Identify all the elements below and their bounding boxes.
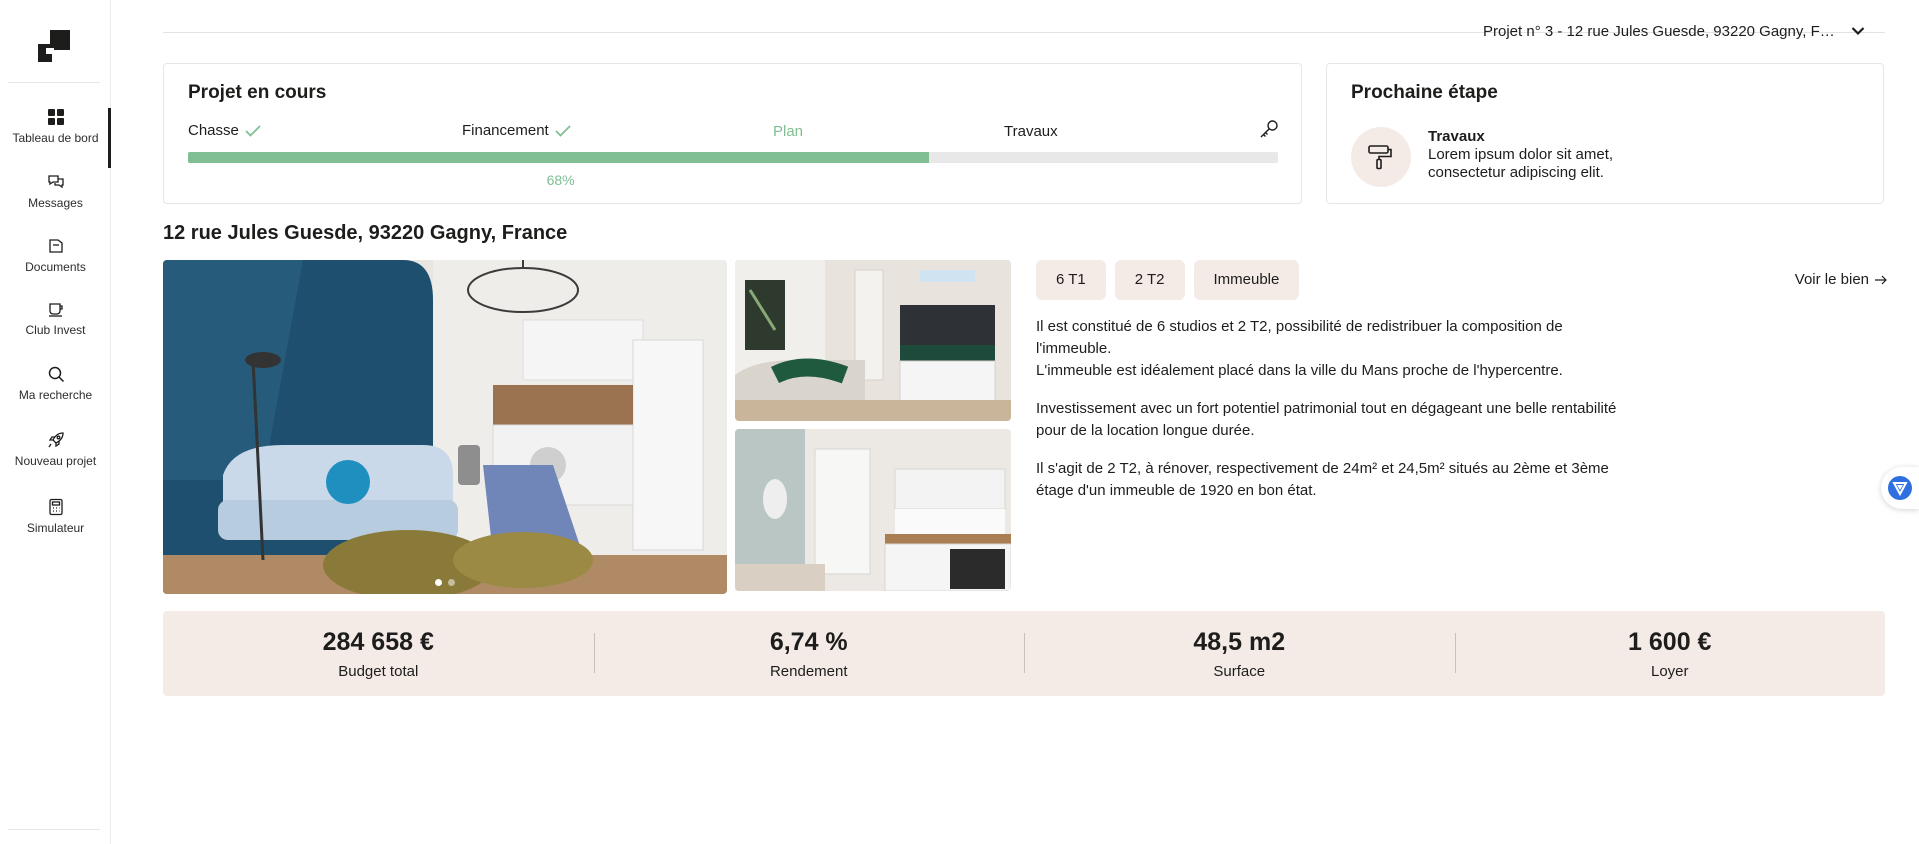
next-step-card: Prochaine étape Travaux Lorem ipsum dolo… — [1326, 63, 1884, 204]
description-paragraph: Investissement avec un fort potentiel pa… — [1036, 400, 1617, 439]
paint-roller-icon — [1368, 145, 1392, 170]
sidebar: Tableau de bord Messages Documents Club … — [0, 0, 111, 844]
logo[interactable] — [38, 30, 70, 62]
next-step-icon-badge — [1351, 127, 1411, 187]
sidebar-item-label: Simulateur — [26, 521, 85, 535]
assistant-button[interactable] — [1881, 467, 1919, 509]
step-label: Travaux — [1004, 123, 1058, 140]
check-icon — [555, 124, 571, 137]
sidebar-divider — [8, 82, 100, 83]
progress-percent: 68% — [546, 172, 575, 188]
sidebar-item-nouveau-projet[interactable]: Nouveau projet — [0, 431, 111, 489]
sidebar-item-tableau-de-bord[interactable]: Tableau de bord — [0, 108, 111, 168]
step-travaux: Travaux — [1004, 123, 1058, 140]
shield-v-icon — [1888, 476, 1912, 500]
stat-value: 48,5 m2 — [1193, 628, 1286, 656]
progress-card-title: Projet en cours — [188, 82, 327, 103]
property-photo-thumb[interactable] — [735, 260, 1011, 421]
carousel-dots — [163, 579, 727, 586]
sidebar-item-simulateur[interactable]: Simulateur — [0, 498, 111, 556]
description-paragraph: Il s'agit de 2 T2, à rénover, respective… — [1036, 460, 1609, 499]
tag-chip[interactable]: Immeuble — [1193, 260, 1300, 300]
sidebar-item-label: Documents — [25, 260, 86, 274]
living-room-photo — [163, 260, 727, 594]
chat-icon — [47, 175, 64, 189]
stat-label: Loyer — [1650, 663, 1689, 680]
property-photo-carousel[interactable] — [163, 260, 727, 594]
project-select[interactable]: Projet n° 3 - 12 rue Jules Guesde, 93220… — [1483, 20, 1865, 42]
carousel-dot[interactable] — [435, 579, 442, 586]
sidebar-item-label: Tableau de bord — [12, 131, 99, 145]
step-financement: Financement — [462, 122, 571, 139]
property-address: 12 rue Jules Guesde, 93220 Gagny, France — [163, 222, 568, 244]
stat-budget: 284 658 € Budget total — [163, 611, 594, 696]
view-property-link[interactable]: Voir le bien — [1795, 271, 1887, 288]
property-description: Il est constitué de 6 studios et 2 T2, p… — [1036, 316, 1626, 518]
stat-label: Rendement — [769, 663, 848, 680]
kitchen-living-photo — [735, 260, 1011, 421]
description-paragraph: Il est constitué de 6 studios et 2 T2, p… — [1036, 318, 1563, 379]
next-step-description: Lorem ipsum dolor sit amet, consectetur … — [1428, 146, 1614, 181]
sidebar-item-label: Club Invest — [25, 323, 86, 337]
next-step-name: Travaux — [1428, 128, 1485, 145]
carousel-dot[interactable] — [448, 579, 455, 586]
stat-label: Surface — [1213, 663, 1266, 680]
dashboard-icon — [47, 109, 64, 125]
coffee-icon — [48, 303, 63, 317]
stat-label: Budget total — [338, 663, 419, 680]
stat-value: 1 600 € — [1628, 628, 1712, 656]
step-label: Chasse — [188, 122, 239, 139]
stat-rendement: 6,74 % Rendement — [593, 611, 1025, 696]
check-icon — [245, 124, 261, 137]
sidebar-item-label: Ma recherche — [18, 388, 93, 402]
chevron-down-icon — [1851, 27, 1865, 36]
app: Tableau de bord Messages Documents Club … — [0, 0, 1919, 844]
project-select-label: Projet n° 3 - 12 rue Jules Guesde, 93220… — [1483, 22, 1839, 40]
sidebar-item-label: Nouveau projet — [14, 454, 97, 468]
stat-surface: 48,5 m2 Surface — [1024, 611, 1455, 696]
sidebar-item-club-invest[interactable]: Club Invest — [0, 300, 111, 358]
property-photo-thumb[interactable] — [735, 429, 1011, 591]
step-label: Financement — [462, 122, 549, 139]
sidebar-item-label: Messages — [28, 196, 83, 210]
stat-value: 284 658 € — [322, 628, 434, 656]
arrow-right-icon — [1875, 275, 1887, 284]
property-tags: 6 T1 2 T2 Immeuble — [1036, 260, 1300, 300]
kitchen-photo — [735, 429, 1011, 591]
key-icon — [1260, 120, 1278, 138]
sidebar-item-ma-recherche[interactable]: Ma recherche — [0, 365, 111, 423]
stat-value: 6,74 % — [769, 628, 848, 656]
search-icon — [48, 366, 64, 383]
sidebar-item-messages[interactable]: Messages — [0, 173, 111, 231]
tag-chip[interactable]: 2 T2 — [1114, 260, 1185, 300]
rocket-icon — [47, 432, 64, 448]
folder-icon — [48, 239, 63, 253]
step-chasse: Chasse — [188, 122, 261, 139]
stat-loyer: 1 600 € Loyer — [1454, 611, 1886, 696]
calculator-icon — [48, 498, 63, 516]
step-label: Plan — [773, 123, 804, 140]
tag-chip[interactable]: 6 T1 — [1036, 260, 1106, 300]
sidebar-divider — [8, 829, 100, 830]
key-figures: 284 658 € Budget total 6,74 % Rendement … — [163, 611, 1885, 696]
sidebar-item-documents[interactable]: Documents — [0, 237, 111, 295]
project-progress-card: Projet en cours Chasse Financement Plan … — [163, 63, 1302, 204]
progress-bar — [188, 152, 1278, 163]
view-property-label: Voir le bien — [1794, 271, 1869, 288]
next-step-title: Prochaine étape — [1351, 82, 1498, 103]
step-plan: Plan — [773, 123, 803, 140]
progress-bar-fill — [188, 152, 930, 163]
